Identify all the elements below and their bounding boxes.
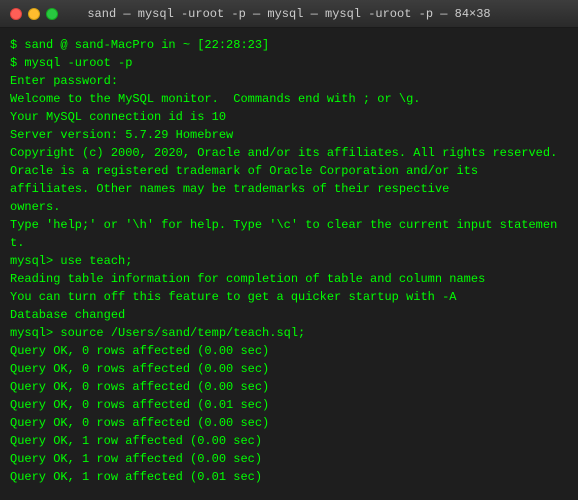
maximize-button[interactable] (46, 8, 58, 20)
terminal-line: Your MySQL connection id is 10 (10, 108, 568, 126)
close-button[interactable] (10, 8, 22, 20)
terminal-line: Oracle is a registered trademark of Orac… (10, 162, 568, 180)
terminal-line: Server version: 5.7.29 Homebrew (10, 126, 568, 144)
traffic-lights (10, 8, 58, 20)
terminal-line: Query OK, 0 rows affected (0.01 sec) (10, 396, 568, 414)
terminal-line: Type 'help;' or '\h' for help. Type '\c'… (10, 216, 568, 252)
terminal-line: Enter password: (10, 72, 568, 90)
terminal-line: Query OK, 0 rows affected (0.00 sec) (10, 342, 568, 360)
terminal-line: Query OK, 1 row affected (0.00 sec) (10, 450, 568, 468)
terminal-line: mysql> use teach; (10, 252, 568, 270)
terminal-line: Copyright (c) 2000, 2020, Oracle and/or … (10, 144, 568, 162)
minimize-button[interactable] (28, 8, 40, 20)
terminal-line: owners. (10, 198, 568, 216)
terminal-line: $ mysql -uroot -p (10, 54, 568, 72)
terminal-body[interactable]: $ sand @ sand-MacPro in ~ [22:28:23]$ my… (0, 28, 578, 500)
terminal-line: affiliates. Other names may be trademark… (10, 180, 568, 198)
terminal-line: Database changed (10, 306, 568, 324)
terminal-line: Query OK, 0 rows affected (0.00 sec) (10, 378, 568, 396)
title-bar: sand — mysql -uroot -p — mysql — mysql -… (0, 0, 578, 28)
terminal-line: Query OK, 0 rows affected (0.00 sec) (10, 360, 568, 378)
window-title: sand — mysql -uroot -p — mysql — mysql -… (87, 7, 490, 21)
terminal-line: Reading table information for completion… (10, 270, 568, 288)
terminal-line: Welcome to the MySQL monitor. Commands e… (10, 90, 568, 108)
terminal-line: $ sand @ sand-MacPro in ~ [22:28:23] (10, 36, 568, 54)
terminal-line: You can turn off this feature to get a q… (10, 288, 568, 306)
terminal-line: Query OK, 1 row affected (0.01 sec) (10, 468, 568, 486)
terminal-line: Query OK, 1 row affected (0.00 sec) (10, 432, 568, 450)
terminal-line: Query OK, 0 rows affected (0.00 sec) (10, 414, 568, 432)
terminal-line: mysql> source /Users/sand/temp/teach.sql… (10, 324, 568, 342)
